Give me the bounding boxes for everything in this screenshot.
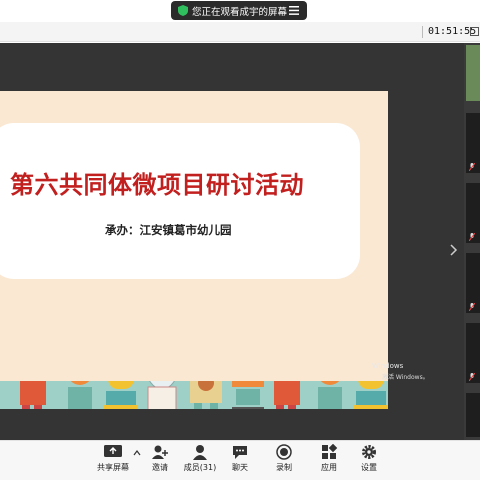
banner-text: 您正在观看成宇的屏幕	[192, 7, 288, 18]
invite-button[interactable]: 邀请	[140, 444, 180, 478]
participant-tile[interactable]	[466, 253, 480, 313]
chat-label: 聊天	[232, 463, 248, 472]
divider	[422, 26, 423, 38]
participant-tile[interactable]	[466, 393, 480, 437]
settings-button[interactable]: 设置	[349, 444, 389, 478]
slide-subtitle: 承办：江安镇葛市幼儿园	[105, 223, 232, 237]
invite-label: 邀请	[152, 463, 168, 472]
gear-icon	[362, 445, 376, 459]
title-card	[0, 123, 360, 279]
muted-mic-icon	[469, 373, 475, 381]
apps-button[interactable]: 应用	[309, 444, 349, 478]
settings-label: 设置	[361, 463, 377, 472]
status-row	[0, 22, 480, 42]
share-screen-button[interactable]: 共享屏幕	[93, 444, 133, 478]
robots-illustration	[20, 381, 388, 409]
participant-tile[interactable]	[466, 183, 480, 243]
members-label: 成员(31)	[183, 463, 217, 472]
menu-icon[interactable]	[289, 6, 299, 15]
members-button[interactable]: 成员(31)	[180, 444, 220, 478]
participant-tile[interactable]	[466, 323, 480, 383]
muted-mic-icon	[469, 163, 475, 171]
apps-label: 应用	[321, 463, 337, 472]
share-screen-icon	[104, 445, 122, 457]
chat-button[interactable]: 聊天	[220, 444, 260, 478]
presentation-slide	[0, 91, 388, 409]
muted-mic-icon	[469, 303, 475, 311]
meeting-timer: 01:51:55	[428, 26, 477, 37]
windows-watermark-sub: 激活 Windows。	[382, 374, 429, 381]
add-user-icon	[152, 445, 168, 459]
windows-watermark: Windows	[372, 362, 404, 370]
share-screen-label: 共享屏幕	[97, 463, 129, 472]
screen-share-banner[interactable]: 您正在观看成宇的屏幕	[171, 1, 307, 20]
chevron-right-icon[interactable]	[450, 244, 458, 256]
slide-title: 第六共同体微项目研讨活动	[10, 170, 304, 199]
user-icon	[193, 445, 207, 460]
participant-tile[interactable]	[466, 113, 480, 173]
participant-video[interactable]	[466, 45, 480, 101]
muted-mic-icon	[469, 233, 475, 241]
fullscreen-icon[interactable]	[470, 27, 479, 36]
apps-icon	[322, 444, 338, 459]
record-button[interactable]: 录制	[264, 444, 304, 478]
green-shield-icon	[178, 5, 188, 16]
record-label: 录制	[276, 463, 292, 472]
chat-icon	[233, 446, 247, 459]
record-icon	[276, 444, 292, 460]
meeting-window: 您正在观看成宇的屏幕 01:51:55 第六共同体微项目研讨活动 承办：江安镇葛…	[0, 0, 480, 480]
